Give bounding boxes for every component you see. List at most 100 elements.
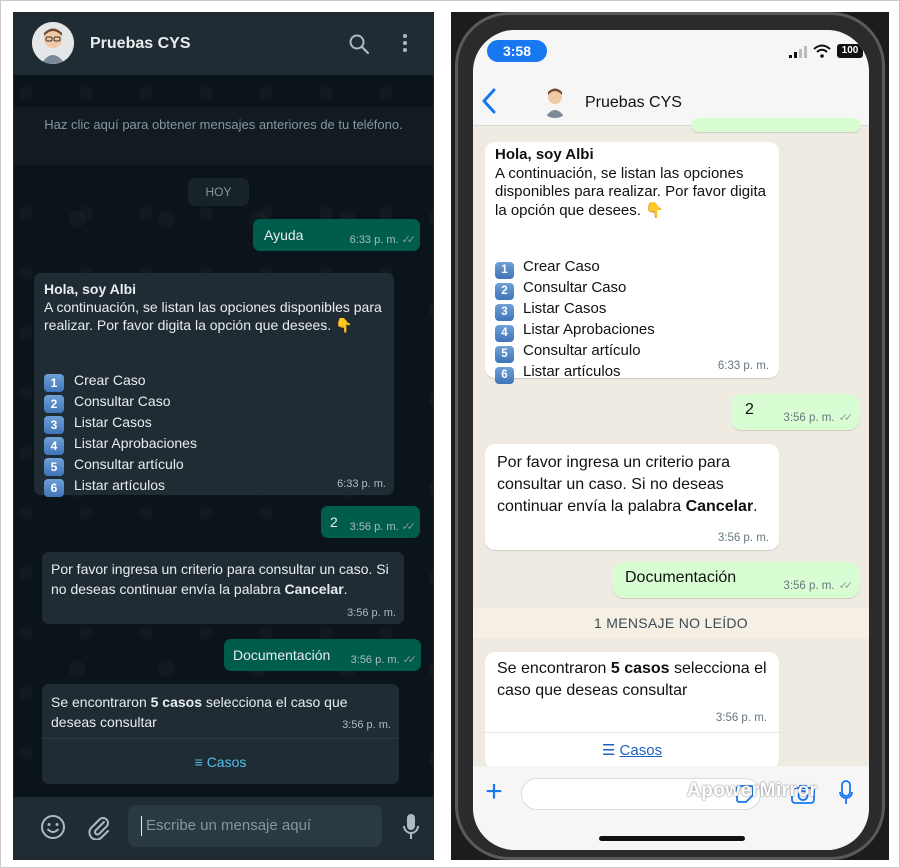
watermark: ApowerMirror <box>687 780 818 801</box>
double-check-icon: ✓✓ <box>402 654 418 666</box>
message-outgoing[interactable]: Ayuda 6:33 p. m. ✓✓ <box>253 219 420 251</box>
option-item: 1 Crear Caso <box>495 258 655 279</box>
message-time: 3:56 p. m. <box>347 607 396 619</box>
option-item: 5 Consultar artículo <box>495 342 655 363</box>
message-incoming[interactable]: Por favor ingresa un criterio para consu… <box>42 552 404 624</box>
options-list: 1 Crear Caso 2 Consultar Caso 3 Listar Caso… <box>495 258 655 384</box>
message-text: Hola, soy Albi A continuación, se listan… <box>495 146 780 220</box>
keycap-4-icon: 4 <box>495 325 514 342</box>
wifi-icon <box>813 44 831 58</box>
message-outgoing[interactable]: 2 3:56 p. m. ✓✓ <box>321 506 420 538</box>
option-item: 1 Crear Caso <box>44 371 197 392</box>
avatar[interactable] <box>539 84 571 118</box>
home-indicator[interactable] <box>599 836 745 841</box>
whatsapp-web-window: Pruebas CYS Haz clic aquí para obtener m… <box>13 12 434 860</box>
message-outgoing[interactable]: Documentación 3:56 p. m. ✓✓ <box>224 639 421 671</box>
status-time: 3:58 <box>487 40 547 62</box>
phone-screen: 3:58 100 Pruebas CYS Hola, soy Albi A co… <box>473 30 869 850</box>
battery-icon: 100 <box>837 44 863 58</box>
message-input[interactable]: Escribe un mensaje aquí <box>128 805 382 847</box>
double-check-icon: ✓✓ <box>838 580 854 592</box>
input-placeholder: Escribe un mensaje aquí <box>146 817 312 834</box>
chat-title[interactable]: Pruebas CYS <box>585 94 682 112</box>
chat-title[interactable]: Pruebas CYS <box>90 35 190 53</box>
message-outgoing[interactable]: 2 3:56 p. m. ✓✓ <box>731 394 859 430</box>
keycap-2-icon: 2 <box>44 395 64 413</box>
message-incoming[interactable]: Por favor ingresa un criterio para consu… <box>485 444 779 550</box>
message-incoming-list[interactable]: Se encontraron 5 casos selecciona el cas… <box>485 652 779 770</box>
cellular-signal-icon <box>789 46 807 58</box>
option-item: 6 Listar artículos <box>44 476 197 497</box>
load-older-messages-link[interactable]: Haz clic aquí para obtener mensajes ante… <box>14 107 433 165</box>
message-meta: 3:56 p. m. ✓✓ <box>350 653 418 667</box>
keycap-2-icon: 2 <box>495 283 514 300</box>
message-text: Por favor ingresa un criterio para consu… <box>497 454 758 515</box>
message-time: 3:56 p. m. <box>783 411 835 424</box>
screenshot-frame: Pruebas CYS Haz clic aquí para obtener m… <box>0 0 900 868</box>
message-text: Ayuda <box>264 227 304 243</box>
option-item: 4 Listar Aprobaciones <box>495 321 655 342</box>
option-item: 5 Consultar artículo <box>44 455 197 476</box>
keycap-5-icon: 5 <box>44 458 64 476</box>
status-bar: 3:58 100 <box>473 30 869 78</box>
message-time: 3:56 p. m. <box>342 719 391 731</box>
keycap-3-icon: 3 <box>44 416 64 434</box>
message-meta: 3:56 p. m. ✓✓ <box>783 579 854 593</box>
keycap-3-icon: 3 <box>495 304 514 321</box>
day-separator: HOY <box>188 178 249 206</box>
message-outgoing[interactable]: Documentación 3:56 p. m. ✓✓ <box>613 562 859 598</box>
message-incoming-list[interactable]: Se encontraron 5 casos selecciona el cas… <box>42 684 399 784</box>
message-incoming-menu[interactable]: Hola, soy Albi A continuación, se listan… <box>485 142 780 384</box>
microphone-icon[interactable] <box>839 780 853 806</box>
web-chat-header: Pruebas CYS <box>14 13 433 75</box>
message-time: 3:56 p. m. <box>783 579 835 592</box>
message-meta: 3:56 p. m. ✓✓ <box>783 411 854 425</box>
option-item: 2 Consultar Caso <box>44 392 197 413</box>
option-item: 4 Listar Aprobaciones <box>44 434 197 455</box>
kebab-menu-icon[interactable] <box>402 32 408 54</box>
keycap-1-icon: 1 <box>44 374 64 392</box>
avatar[interactable] <box>32 22 74 64</box>
option-item: 2 Consultar Caso <box>495 279 655 300</box>
message-text: Documentación <box>233 647 331 663</box>
divider <box>485 732 779 733</box>
menu-intro: A continuación, se listan las opciones d… <box>495 164 766 219</box>
web-message-list[interactable]: Haz clic aquí para obtener mensajes ante… <box>14 75 433 797</box>
message-outgoing-partial <box>691 118 861 132</box>
keycap-4-icon: 4 <box>44 437 64 455</box>
message-text: Documentación <box>625 569 737 586</box>
unread-messages-banner: 1 MENSAJE NO LEÍDO <box>473 608 869 638</box>
message-text: Se encontraron 5 casos selecciona el cas… <box>51 694 348 730</box>
option-item: 3 Listar Casos <box>44 413 197 434</box>
iphone-device: 3:58 100 Pruebas CYS Hola, soy Albi A co… <box>451 12 889 860</box>
double-check-icon: ✓✓ <box>401 521 417 533</box>
message-time: 3:56 p. m. <box>350 653 400 666</box>
search-icon[interactable] <box>348 33 370 55</box>
greeting: Hola, soy Albi <box>495 146 594 163</box>
option-item: 3 Listar Casos <box>495 300 655 321</box>
divider <box>42 738 399 739</box>
options-list: 1 Crear Caso 2 Consultar Caso 3 Listar Caso… <box>44 371 197 497</box>
emoji-icon[interactable] <box>40 814 66 840</box>
keycap-6-icon: 6 <box>495 367 514 384</box>
message-time: 6:33 p. m. <box>337 478 386 490</box>
casos-list-button[interactable]: ☰ Casos <box>485 734 779 768</box>
double-check-icon: ✓✓ <box>838 412 854 424</box>
message-time: 6:33 p. m. <box>717 360 769 372</box>
attach-icon[interactable] <box>86 814 112 840</box>
keycap-5-icon: 5 <box>495 346 514 363</box>
message-text: Por favor ingresa un criterio para consu… <box>51 561 389 597</box>
back-chevron-icon[interactable] <box>481 88 497 114</box>
message-meta: 3:56 p. m. ✓✓ <box>350 520 417 534</box>
phone-message-list[interactable]: Hola, soy Albi A continuación, se listan… <box>473 118 869 770</box>
double-check-icon: ✓✓ <box>401 234 417 246</box>
list-icon: ☰ <box>601 742 620 759</box>
microphone-icon[interactable] <box>402 813 420 841</box>
message-incoming-menu[interactable]: Hola, soy Albi A continuación, se listan… <box>34 273 394 497</box>
message-text: 2 <box>330 514 338 530</box>
plus-icon[interactable]: + <box>481 777 507 807</box>
message-time: 3:56 p. m. <box>715 712 767 724</box>
keycap-1-icon: 1 <box>495 262 514 279</box>
option-item: 6 Listar artículos <box>495 363 655 384</box>
casos-list-button[interactable]: ≡ Casos <box>42 742 399 782</box>
